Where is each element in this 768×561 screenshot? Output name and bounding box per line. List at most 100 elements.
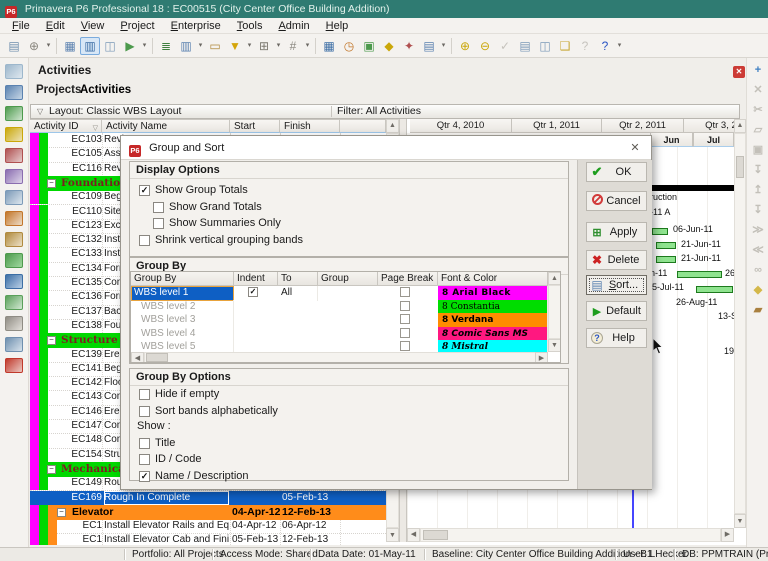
table-view-icon[interactable]: ▦ xyxy=(60,37,80,55)
activities-icon[interactable] xyxy=(5,127,23,142)
zoom-out-icon[interactable]: ⊖ xyxy=(475,37,495,55)
page-break-checkbox[interactable] xyxy=(400,300,410,311)
filter-icon[interactable]: ▼ xyxy=(225,37,245,55)
milestone-icon[interactable]: ◆ xyxy=(750,282,766,298)
name-description-checkbox[interactable]: ✓ xyxy=(139,471,150,482)
gantt-scroll-up[interactable]: ▲ xyxy=(734,119,746,133)
menu-enterprise[interactable]: Enterprise xyxy=(163,20,229,32)
dialog-titlebar[interactable]: P6 Group and Sort ✕ xyxy=(121,136,651,160)
grid-header-indent[interactable]: Indent xyxy=(234,272,278,286)
table-row[interactable]: EC1Install Elevator Cab and Finishes05-F… xyxy=(30,533,386,545)
paste-icon[interactable]: ▣ xyxy=(750,142,766,158)
tab-activities[interactable]: Activities xyxy=(80,84,131,96)
sort-button[interactable]: ▤ Sort... xyxy=(586,275,647,295)
tab-projects[interactable]: Projects xyxy=(36,84,81,96)
timescale-quarter[interactable]: Qtr 1, 2011 xyxy=(512,119,602,133)
user-green-icon[interactable] xyxy=(5,295,23,310)
resources-icon[interactable]: ▣ xyxy=(359,37,379,55)
group-band-row[interactable]: − Elevator 04-Apr-12 12-Feb-13 xyxy=(30,504,386,521)
group-by-row[interactable]: WBS level 28 Constantia xyxy=(131,299,548,315)
column-header-blank[interactable] xyxy=(340,119,386,133)
number-icon[interactable]: # xyxy=(283,37,303,55)
menu-admin[interactable]: Admin xyxy=(270,20,317,32)
page-break-checkbox[interactable] xyxy=(400,287,410,297)
help-globe-icon[interactable]: ? xyxy=(595,37,615,55)
page-break-checkbox[interactable] xyxy=(400,314,410,324)
dialog-close-button[interactable]: ✕ xyxy=(627,140,643,156)
show-grand-totals-checkbox[interactable] xyxy=(153,202,164,213)
network-view-icon[interactable]: ◫ xyxy=(100,37,120,55)
resources-icon[interactable] xyxy=(5,106,23,121)
ok-button[interactable]: ✔ OK xyxy=(586,162,647,182)
print-preview-icon[interactable]: ⊕ xyxy=(24,37,44,55)
activity-table-icon[interactable]: ▦ xyxy=(319,37,339,55)
activity-bar[interactable] xyxy=(696,286,733,293)
grid-hscroll-thumb[interactable] xyxy=(146,353,168,362)
grid-hscrollbar[interactable] xyxy=(144,352,548,362)
summary-bar[interactable] xyxy=(651,185,734,191)
page-break-checkbox[interactable] xyxy=(400,327,410,338)
column-header-activity-id[interactable]: Activity ID ▽ xyxy=(30,119,102,133)
grid-scroll-right[interactable]: ▶ xyxy=(535,352,548,362)
timescale-quarter[interactable]: Qtr 4, 2010 xyxy=(410,119,512,133)
collapse-minus-icon[interactable]: − xyxy=(47,336,56,346)
cut-icon[interactable]: ✂ xyxy=(750,102,766,118)
grid-header-font-color[interactable]: Font & Color xyxy=(438,272,548,286)
collapse-icon[interactable]: ▽ xyxy=(37,105,43,118)
table-scroll-down[interactable]: ▼ xyxy=(386,528,399,542)
timescale-quarter[interactable]: Qtr 2, 2011 xyxy=(602,119,684,133)
activity-bar[interactable] xyxy=(656,256,676,263)
users-icon[interactable] xyxy=(5,148,23,163)
gantt-vscroll-thumb[interactable] xyxy=(736,156,744,178)
schedule-clock-icon[interactable]: ◷ xyxy=(339,37,359,55)
hide-if-empty-checkbox[interactable] xyxy=(139,389,150,400)
timescale-quarter[interactable]: Qtr 3, 2011 xyxy=(684,119,734,133)
column-header-activity-name[interactable]: Activity Name xyxy=(102,119,230,133)
dropdown-icon[interactable]: ▾ xyxy=(196,37,205,55)
gantt-hscroll-thumb[interactable] xyxy=(423,530,448,540)
sort-bands-alphabetically-checkbox[interactable] xyxy=(139,406,150,417)
gantt-scroll-right[interactable]: ▶ xyxy=(721,528,734,542)
layout-options-bar[interactable]: ▽ Layout: Classic WBS Layout Filter: All… xyxy=(30,104,740,119)
gantt-scroll-left[interactable]: ◀ xyxy=(407,528,420,542)
page-break-checkbox[interactable] xyxy=(400,341,410,351)
title-checkbox[interactable] xyxy=(139,438,150,449)
layout-icon[interactable]: ⊞ xyxy=(254,37,274,55)
dropdown-icon[interactable]: ▾ xyxy=(615,37,624,55)
id-code-checkbox[interactable] xyxy=(139,454,150,465)
progress-bar-icon[interactable] xyxy=(5,253,23,268)
briefcase-icon[interactable]: ▰ xyxy=(750,302,766,318)
assign-icon[interactable]: ▤ xyxy=(419,37,439,55)
dropdown-icon[interactable]: ▾ xyxy=(140,37,149,55)
group-by-row[interactable]: WBS level 1 ✓ All 8 Arial Black xyxy=(131,286,548,301)
layers-icon[interactable] xyxy=(5,274,23,289)
grid-scroll-down[interactable]: ▼ xyxy=(548,339,560,352)
outdent-icon[interactable]: ≪ xyxy=(750,242,766,258)
hint-icon[interactable]: ? xyxy=(575,37,595,55)
delete-button[interactable]: ✖ Delete xyxy=(586,250,647,270)
level-icon[interactable]: ◆ xyxy=(379,37,399,55)
dropdown-icon[interactable]: ▾ xyxy=(303,37,312,55)
report-icon[interactable] xyxy=(5,316,23,331)
menu-edit[interactable]: Edit xyxy=(38,20,73,32)
fit-icon[interactable]: ✓ xyxy=(495,37,515,55)
activity-bar[interactable] xyxy=(677,271,722,278)
help-button[interactable]: ? Help xyxy=(586,328,647,348)
menu-help[interactable]: Help xyxy=(318,20,357,32)
column-header-finish[interactable]: Finish xyxy=(280,119,340,133)
vsplit-icon[interactable]: ◫ xyxy=(535,37,555,55)
print-icon[interactable]: ▤ xyxy=(4,37,24,55)
menu-project[interactable]: Project xyxy=(112,20,162,32)
table-scroll-up[interactable]: ▲ xyxy=(386,119,399,133)
group-by-row[interactable]: WBS level 38 Verdana xyxy=(131,313,548,328)
project-search-icon[interactable] xyxy=(5,64,23,79)
gantt-scroll-down[interactable]: ▼ xyxy=(734,514,746,528)
zoom-in-icon[interactable]: ⊕ xyxy=(455,37,475,55)
view-close-button[interactable]: ✕ xyxy=(733,66,745,78)
move-up-icon[interactable]: ↥ xyxy=(750,182,766,198)
delete-icon[interactable]: ✕ xyxy=(750,82,766,98)
menu-file[interactable]: File xyxy=(4,20,38,32)
cancel-button[interactable]: Cancel xyxy=(586,191,647,211)
show-summaries-only-checkbox[interactable] xyxy=(153,218,164,229)
group-sort-icon[interactable]: ≣ xyxy=(156,37,176,55)
